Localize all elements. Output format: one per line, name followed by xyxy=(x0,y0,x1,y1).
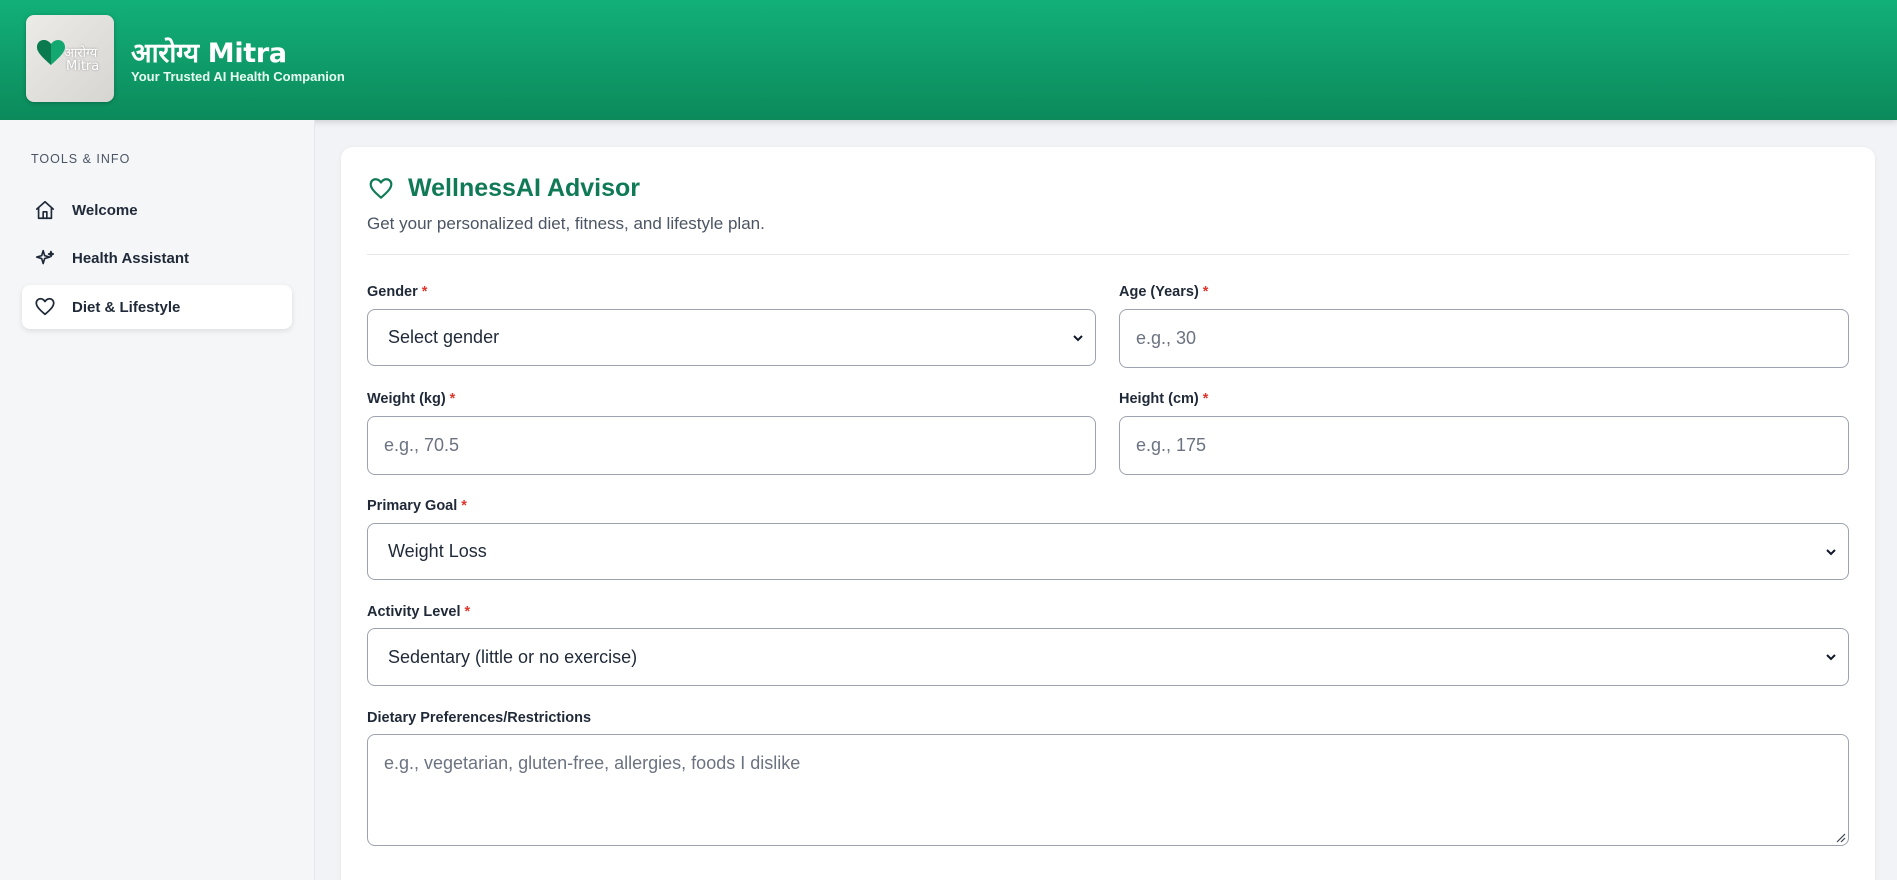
weight-input[interactable] xyxy=(367,416,1096,475)
sidebar-item-welcome[interactable]: Welcome xyxy=(22,188,292,232)
sidebar-item-health-assistant[interactable]: Health Assistant xyxy=(22,236,292,280)
weight-label: Weight (kg) * xyxy=(367,391,456,407)
activity-label: Activity Level * xyxy=(367,604,471,620)
gender-select-value: Select gender xyxy=(388,327,500,347)
page-subtitle: Get your personalized diet, fitness, and… xyxy=(367,214,765,233)
app-header: आरोग्य Mitra आरोग्य Mitra Your Trusted A… xyxy=(0,0,1897,120)
height-label: Height (cm) * xyxy=(1119,391,1209,407)
sidebar-item-label: Health Assistant xyxy=(72,249,189,267)
height-input[interactable] xyxy=(1119,416,1849,475)
home-icon xyxy=(34,199,56,221)
sidebar: TOOLS & INFO Welcome Health Assistant Di… xyxy=(0,120,315,880)
app-tagline: Your Trusted AI Health Companion xyxy=(131,69,345,84)
primary-goal-value: Weight Loss xyxy=(388,541,487,561)
resize-handle-icon[interactable] xyxy=(1836,833,1846,843)
primary-goal-select[interactable]: Weight Loss xyxy=(367,523,1849,580)
chevron-down-icon xyxy=(1073,334,1083,341)
app-title: आरोग्य Mitra xyxy=(131,38,287,69)
wellness-form-card: WellnessAI Advisor Get your personalized… xyxy=(341,147,1875,880)
chevron-down-icon xyxy=(1826,654,1836,661)
sidebar-heading: TOOLS & INFO xyxy=(31,152,131,166)
dietary-label: Dietary Preferences/Restrictions xyxy=(367,710,592,726)
chevron-down-icon xyxy=(1826,548,1836,555)
goal-label: Primary Goal * xyxy=(367,498,467,514)
sparkle-icon xyxy=(34,247,56,269)
activity-level-value: Sedentary (little or no exercise) xyxy=(388,646,638,667)
page-title: WellnessAI Advisor xyxy=(408,174,641,202)
app-logo[interactable]: आरोग्य Mitra xyxy=(26,15,114,102)
age-input[interactable] xyxy=(1119,309,1849,368)
sidebar-item-diet-lifestyle[interactable]: Diet & Lifestyle xyxy=(22,285,292,329)
heart-logo-icon xyxy=(37,40,65,65)
dietary-textarea[interactable] xyxy=(367,734,1849,846)
card-header: WellnessAI Advisor xyxy=(367,174,640,203)
gender-label: Gender * xyxy=(367,284,428,300)
age-label: Age (Years) * xyxy=(1119,284,1209,300)
sidebar-item-label: Welcome xyxy=(72,201,138,219)
heart-icon xyxy=(369,177,393,199)
gender-select[interactable]: Select gender xyxy=(367,309,1096,366)
heart-icon xyxy=(34,296,56,318)
sidebar-item-label: Diet & Lifestyle xyxy=(72,298,181,316)
divider xyxy=(367,254,1849,255)
logo-text: आरोग्य Mitra xyxy=(64,46,100,74)
activity-level-select[interactable]: Sedentary (little or no exercise) xyxy=(367,628,1849,686)
